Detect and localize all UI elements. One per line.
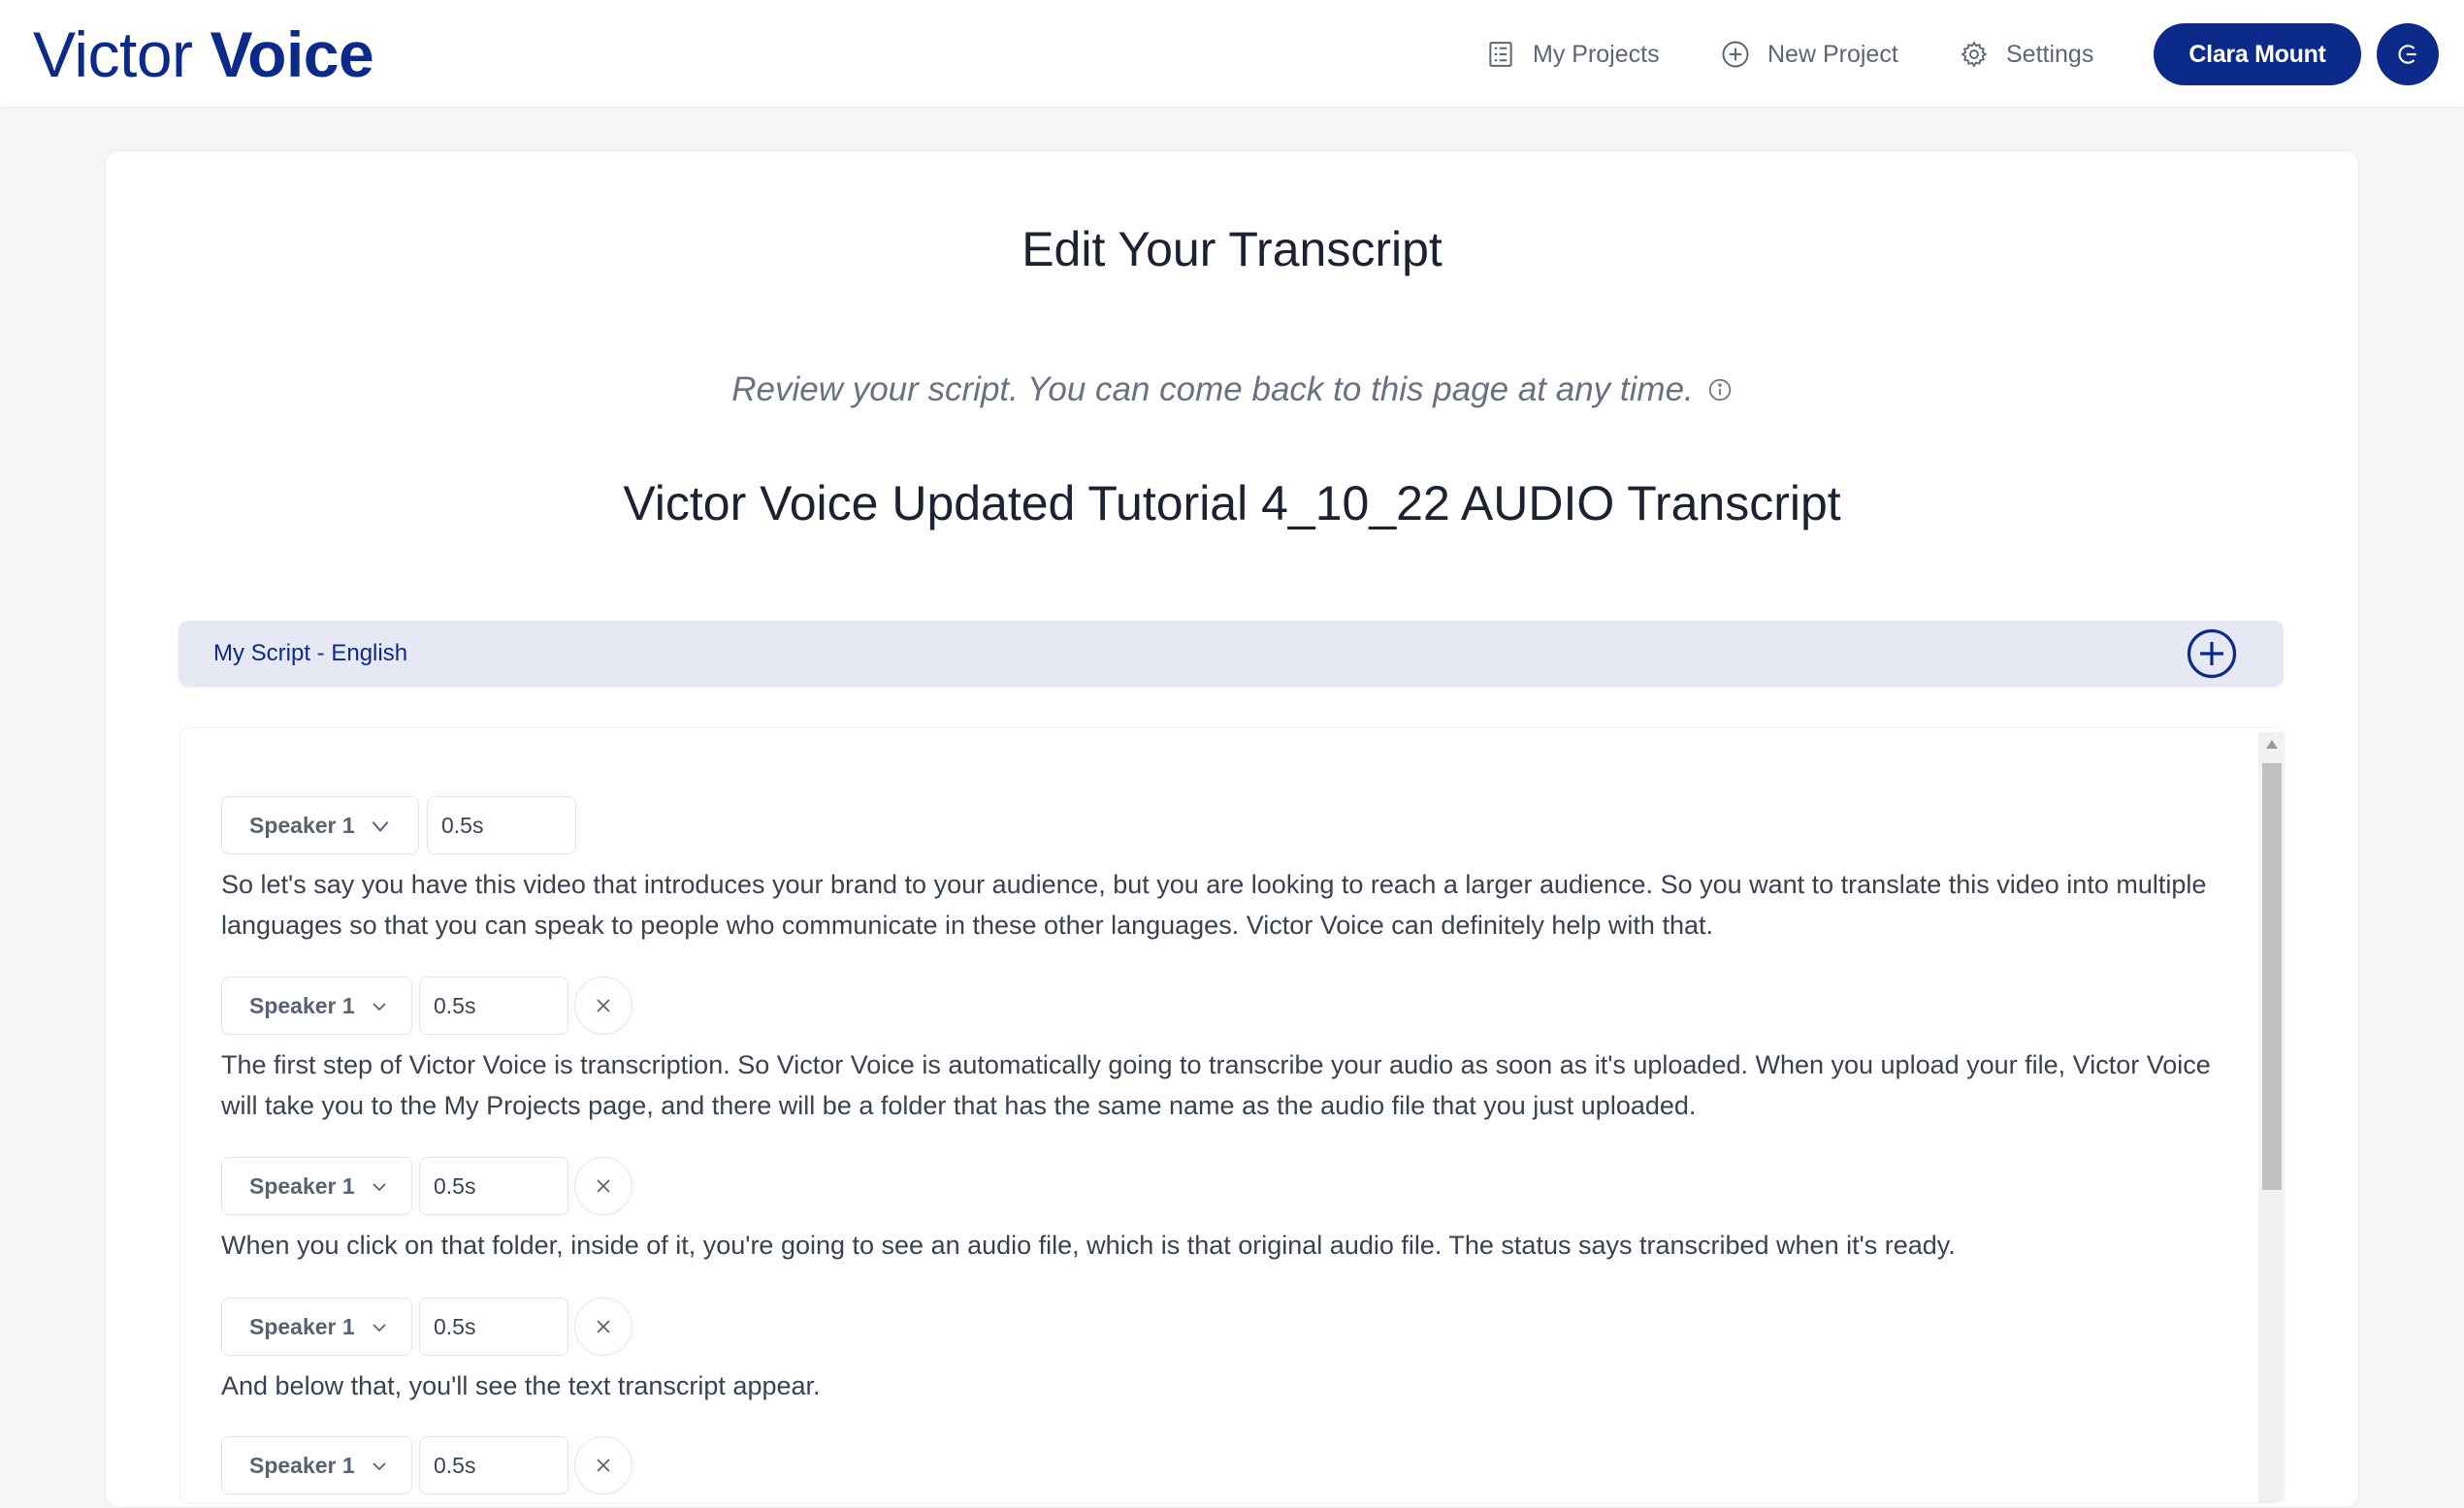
logout-button[interactable] xyxy=(2377,23,2439,85)
transcript-segment: Speaker 1 0.5s xyxy=(221,1436,2239,1494)
remove-segment-button[interactable] xyxy=(574,1436,632,1494)
nav-my-projects-label: My Projects xyxy=(1533,40,1660,68)
page-title: Edit Your Transcript xyxy=(1021,222,1443,276)
speaker-label: Speaker 1 xyxy=(249,812,355,838)
speaker-select[interactable]: Speaker 1 xyxy=(221,1157,412,1215)
segment-controls: Speaker 1 0.5s xyxy=(221,796,2239,854)
pause-duration-value: 0.5s xyxy=(434,992,476,1018)
nav-settings-label: Settings xyxy=(2006,40,2094,68)
top-bar: Victor Voice My Projects New Project Sett… xyxy=(0,0,2464,107)
pause-duration-input[interactable]: 0.5s xyxy=(419,1298,568,1356)
speaker-select[interactable]: Speaker 1 xyxy=(221,796,419,854)
scrollbar-thumb[interactable] xyxy=(2262,763,2282,1190)
transcript-segment: Speaker 1 0.5s When you click on that fo… xyxy=(221,1157,2239,1266)
chevron-down-icon xyxy=(373,1183,386,1192)
segment-text[interactable]: When you click on that folder, inside of… xyxy=(221,1225,2239,1266)
script-language-label: My Script - English xyxy=(213,640,408,666)
subtitle-text: Review your script. You can come back to… xyxy=(731,370,1694,408)
add-script-icon[interactable] xyxy=(2187,628,2237,679)
transcript-segment: Speaker 1 0.5s The first step of Victor … xyxy=(221,977,2239,1126)
pause-duration-input[interactable]: 0.5s xyxy=(419,977,568,1035)
brand-name-light: Victor xyxy=(33,18,193,90)
editor-scrollbar[interactable] xyxy=(2258,732,2284,1502)
chevron-down-icon xyxy=(372,820,389,832)
gear-icon xyxy=(1961,41,1988,68)
remove-segment-button[interactable] xyxy=(574,1298,632,1356)
user-account-button[interactable]: Clara Mount xyxy=(2154,23,2361,85)
pause-duration-input[interactable]: 0.5s xyxy=(419,1157,568,1215)
scroll-up-arrow-icon[interactable] xyxy=(2266,740,2278,749)
nav-my-projects[interactable]: My Projects xyxy=(1486,27,1660,81)
list-document-icon xyxy=(1489,42,1512,67)
chevron-down-icon xyxy=(373,1003,386,1011)
pause-duration-input[interactable]: 0.5s xyxy=(427,796,576,854)
speaker-label: Speaker 1 xyxy=(249,992,355,1018)
brand-logo[interactable]: Victor Voice xyxy=(33,16,374,93)
close-icon xyxy=(597,999,610,1012)
transcript-segment: Speaker 1 0.5s And below that, you'll se… xyxy=(221,1298,2239,1406)
speaker-select[interactable]: Speaker 1 xyxy=(221,1436,412,1494)
remove-segment-button[interactable] xyxy=(574,977,632,1035)
speaker-label: Speaker 1 xyxy=(249,1452,355,1478)
transcript-title: Victor Voice Updated Tutorial 4_10_22 AU… xyxy=(623,476,1841,530)
speaker-select[interactable]: Speaker 1 xyxy=(221,1298,412,1356)
remove-segment-button[interactable] xyxy=(574,1157,632,1215)
chevron-down-icon xyxy=(373,1324,386,1332)
segment-controls: Speaker 1 0.5s xyxy=(221,977,2239,1035)
speaker-label: Speaker 1 xyxy=(249,1313,355,1339)
logout-icon xyxy=(2398,45,2416,64)
transcript-segment: Speaker 1 0.5s So let's say you have thi… xyxy=(221,796,2239,946)
segment-controls: Speaker 1 0.5s xyxy=(221,1298,2239,1356)
nav-settings[interactable]: Settings xyxy=(1960,27,2093,81)
close-icon xyxy=(597,1459,610,1472)
brand-name-bold: Voice xyxy=(210,18,374,90)
segment-controls: Speaker 1 0.5s xyxy=(221,1157,2239,1215)
user-name: Clara Mount xyxy=(2188,40,2326,68)
segment-text[interactable]: The first step of Victor Voice is transc… xyxy=(221,1044,2239,1126)
speaker-label: Speaker 1 xyxy=(249,1172,355,1199)
pause-duration-input[interactable]: 0.5s xyxy=(419,1436,568,1494)
close-icon xyxy=(597,1179,610,1193)
segment-text[interactable]: So let's say you have this video that in… xyxy=(221,864,2239,946)
speaker-select[interactable]: Speaker 1 xyxy=(221,977,412,1035)
script-language-bar[interactable]: My Script - English xyxy=(178,621,2284,687)
pause-duration-value: 0.5s xyxy=(434,1172,476,1199)
page-subtitle: Review your script. You can come back to… xyxy=(0,370,2464,409)
segment-text[interactable]: And below that, you'll see the text tran… xyxy=(221,1365,2239,1406)
nav-new-project-label: New Project xyxy=(1767,40,1898,68)
close-icon xyxy=(597,1320,610,1333)
pause-duration-value: 0.5s xyxy=(441,812,484,838)
info-icon[interactable] xyxy=(1707,377,1733,402)
transcript-editor[interactable]: Speaker 1 0.5s So let's say you have thi… xyxy=(179,727,2285,1503)
nav-new-project[interactable]: New Project xyxy=(1721,27,1898,81)
chevron-down-icon xyxy=(373,1462,386,1471)
pause-duration-value: 0.5s xyxy=(434,1313,476,1339)
plus-circle-icon xyxy=(1722,41,1749,68)
pause-duration-value: 0.5s xyxy=(434,1452,476,1478)
segment-controls: Speaker 1 0.5s xyxy=(221,1436,2239,1494)
